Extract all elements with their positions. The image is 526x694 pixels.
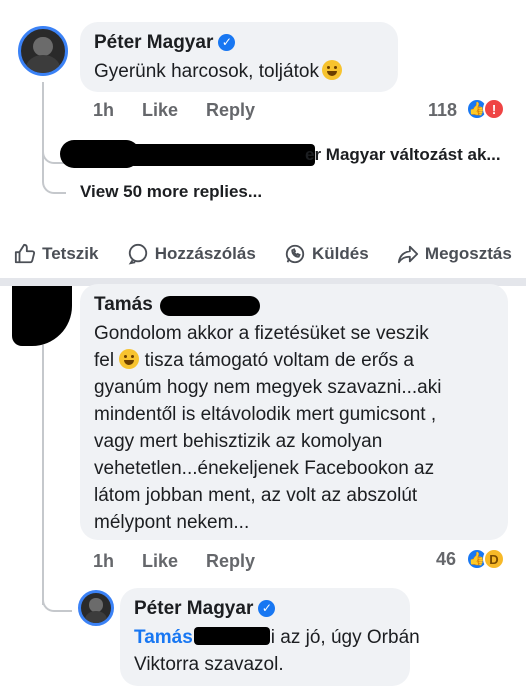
comment-text: Gyerünk harcosok, toljátok [94, 58, 342, 85]
send-action-button[interactable]: Küldés [284, 243, 369, 265]
comment-bubble: Tamás Gondolom akkor a fizetésüket se ve… [80, 284, 508, 540]
comment-action-label: Hozzászólás [154, 244, 256, 263]
like-action-label: Tetszik [42, 244, 99, 263]
send-action-label: Küldés [312, 244, 369, 263]
verified-badge-icon: ✓ [258, 600, 276, 618]
reactions[interactable]: 👍 D [466, 548, 505, 570]
avatar[interactable] [78, 590, 114, 626]
avatar[interactable] [18, 26, 68, 76]
angry-reaction-icon: ! [483, 98, 505, 120]
comment-author[interactable]: Péter Magyar ✓ [94, 32, 236, 54]
reply-text: Tamás i az jó, úgy Orbán Viktorra szavazo… [134, 627, 420, 675]
laughing-emoji-icon [321, 60, 342, 80]
redacted-mention [193, 627, 270, 645]
haha-reaction-icon: D [483, 548, 505, 570]
redacted-avatar [60, 140, 140, 168]
reply-button[interactable]: Reply [206, 100, 255, 121]
view-more-replies[interactable]: View 50 more replies... [80, 182, 262, 202]
reaction-count[interactable]: 118 [428, 100, 457, 121]
comment-text: Gondolom akkor a fizetésüket se veszik f… [94, 323, 442, 533]
share-arrow-icon [397, 245, 419, 264]
reaction-count[interactable]: 46 [436, 549, 456, 570]
smiling-emoji-icon [119, 349, 140, 369]
redacted-avatar [12, 286, 72, 346]
share-action-button[interactable]: Megosztás [397, 243, 512, 265]
like-action-button[interactable]: Tetszik [14, 243, 98, 265]
reply-author[interactable]: Péter Magyar ✓ [134, 598, 276, 620]
thread-curve [42, 160, 66, 194]
reply-preview-text[interactable]: er Magyar változást ak... [305, 145, 501, 165]
like-button[interactable]: Like [142, 100, 178, 121]
reactions[interactable]: 👍 ! [466, 98, 505, 120]
mention-link[interactable]: Tamás [134, 627, 193, 648]
whatsapp-icon [285, 244, 305, 264]
comment-bubble-icon [128, 243, 147, 265]
comment-action-button[interactable]: Hozzászólás [127, 243, 256, 265]
thread-line [42, 345, 44, 605]
thumbs-up-icon [15, 243, 36, 264]
share-action-label: Megosztás [424, 244, 512, 263]
redacted-surname [160, 296, 260, 316]
comment-time: 1h [93, 100, 115, 120]
post-action-bar: Tetszik Hozzászólás Küldés Megosztás [0, 236, 526, 272]
reply-button[interactable]: Reply [206, 551, 255, 572]
comment-bubble: Péter Magyar ✓ Gyerünk harcosok, toljátok [80, 22, 398, 92]
verified-badge-icon: ✓ [218, 34, 236, 52]
thread-curve [42, 580, 72, 612]
reply-bubble: Péter Magyar ✓ Tamás i az jó, úgy Orbán Vi… [120, 588, 420, 686]
redacted-name [130, 144, 315, 166]
comment-author[interactable]: Tamás [94, 294, 153, 316]
like-button[interactable]: Like [142, 551, 178, 572]
comment-time: 1h [93, 551, 115, 571]
